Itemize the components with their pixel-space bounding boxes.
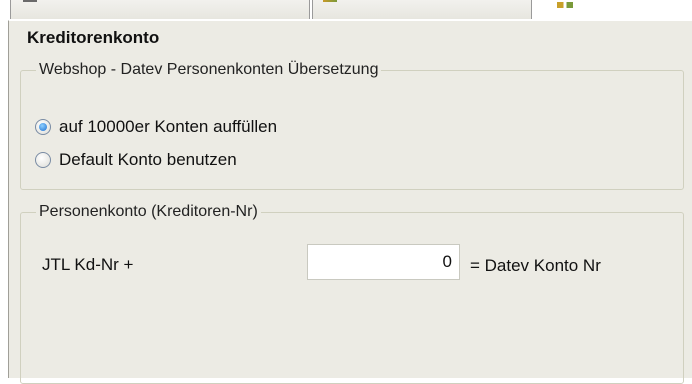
radio-label-fill: auf 10000er Konten auffüllen bbox=[59, 117, 278, 136]
personenkonto-group-legend: Personenkonto (Kreditoren-Nr) bbox=[36, 203, 261, 221]
personenkonto-group bbox=[20, 212, 684, 384]
datev-konto-label: = Datev Konto Nr bbox=[470, 256, 601, 275]
radio-label-default: Default Konto benutzen bbox=[59, 150, 237, 169]
tab-icon bbox=[23, 0, 37, 2]
radio-option-default[interactable]: Default Konto benutzen bbox=[35, 150, 237, 170]
tab-datev-export-parameter[interactable] bbox=[10, 0, 310, 19]
konto-offset-input[interactable]: 0 bbox=[307, 244, 460, 280]
tab-overflow-icon[interactable] bbox=[557, 2, 573, 8]
people-icon bbox=[323, 0, 337, 2]
tab-personenkonten[interactable] bbox=[312, 0, 532, 19]
jtl-kdnr-label: JTL Kd-Nr + bbox=[42, 255, 134, 274]
tab-strip bbox=[0, 0, 692, 20]
radio-button-unchecked[interactable] bbox=[35, 152, 51, 168]
panel-title: Kreditorenkonto bbox=[27, 28, 160, 47]
radio-option-fill[interactable]: auf 10000er Konten auffüllen bbox=[35, 117, 277, 137]
radio-button-checked[interactable] bbox=[35, 119, 51, 135]
webshop-datev-group-legend: Webshop - Datev Personenkonten Übersetzu… bbox=[36, 61, 382, 79]
